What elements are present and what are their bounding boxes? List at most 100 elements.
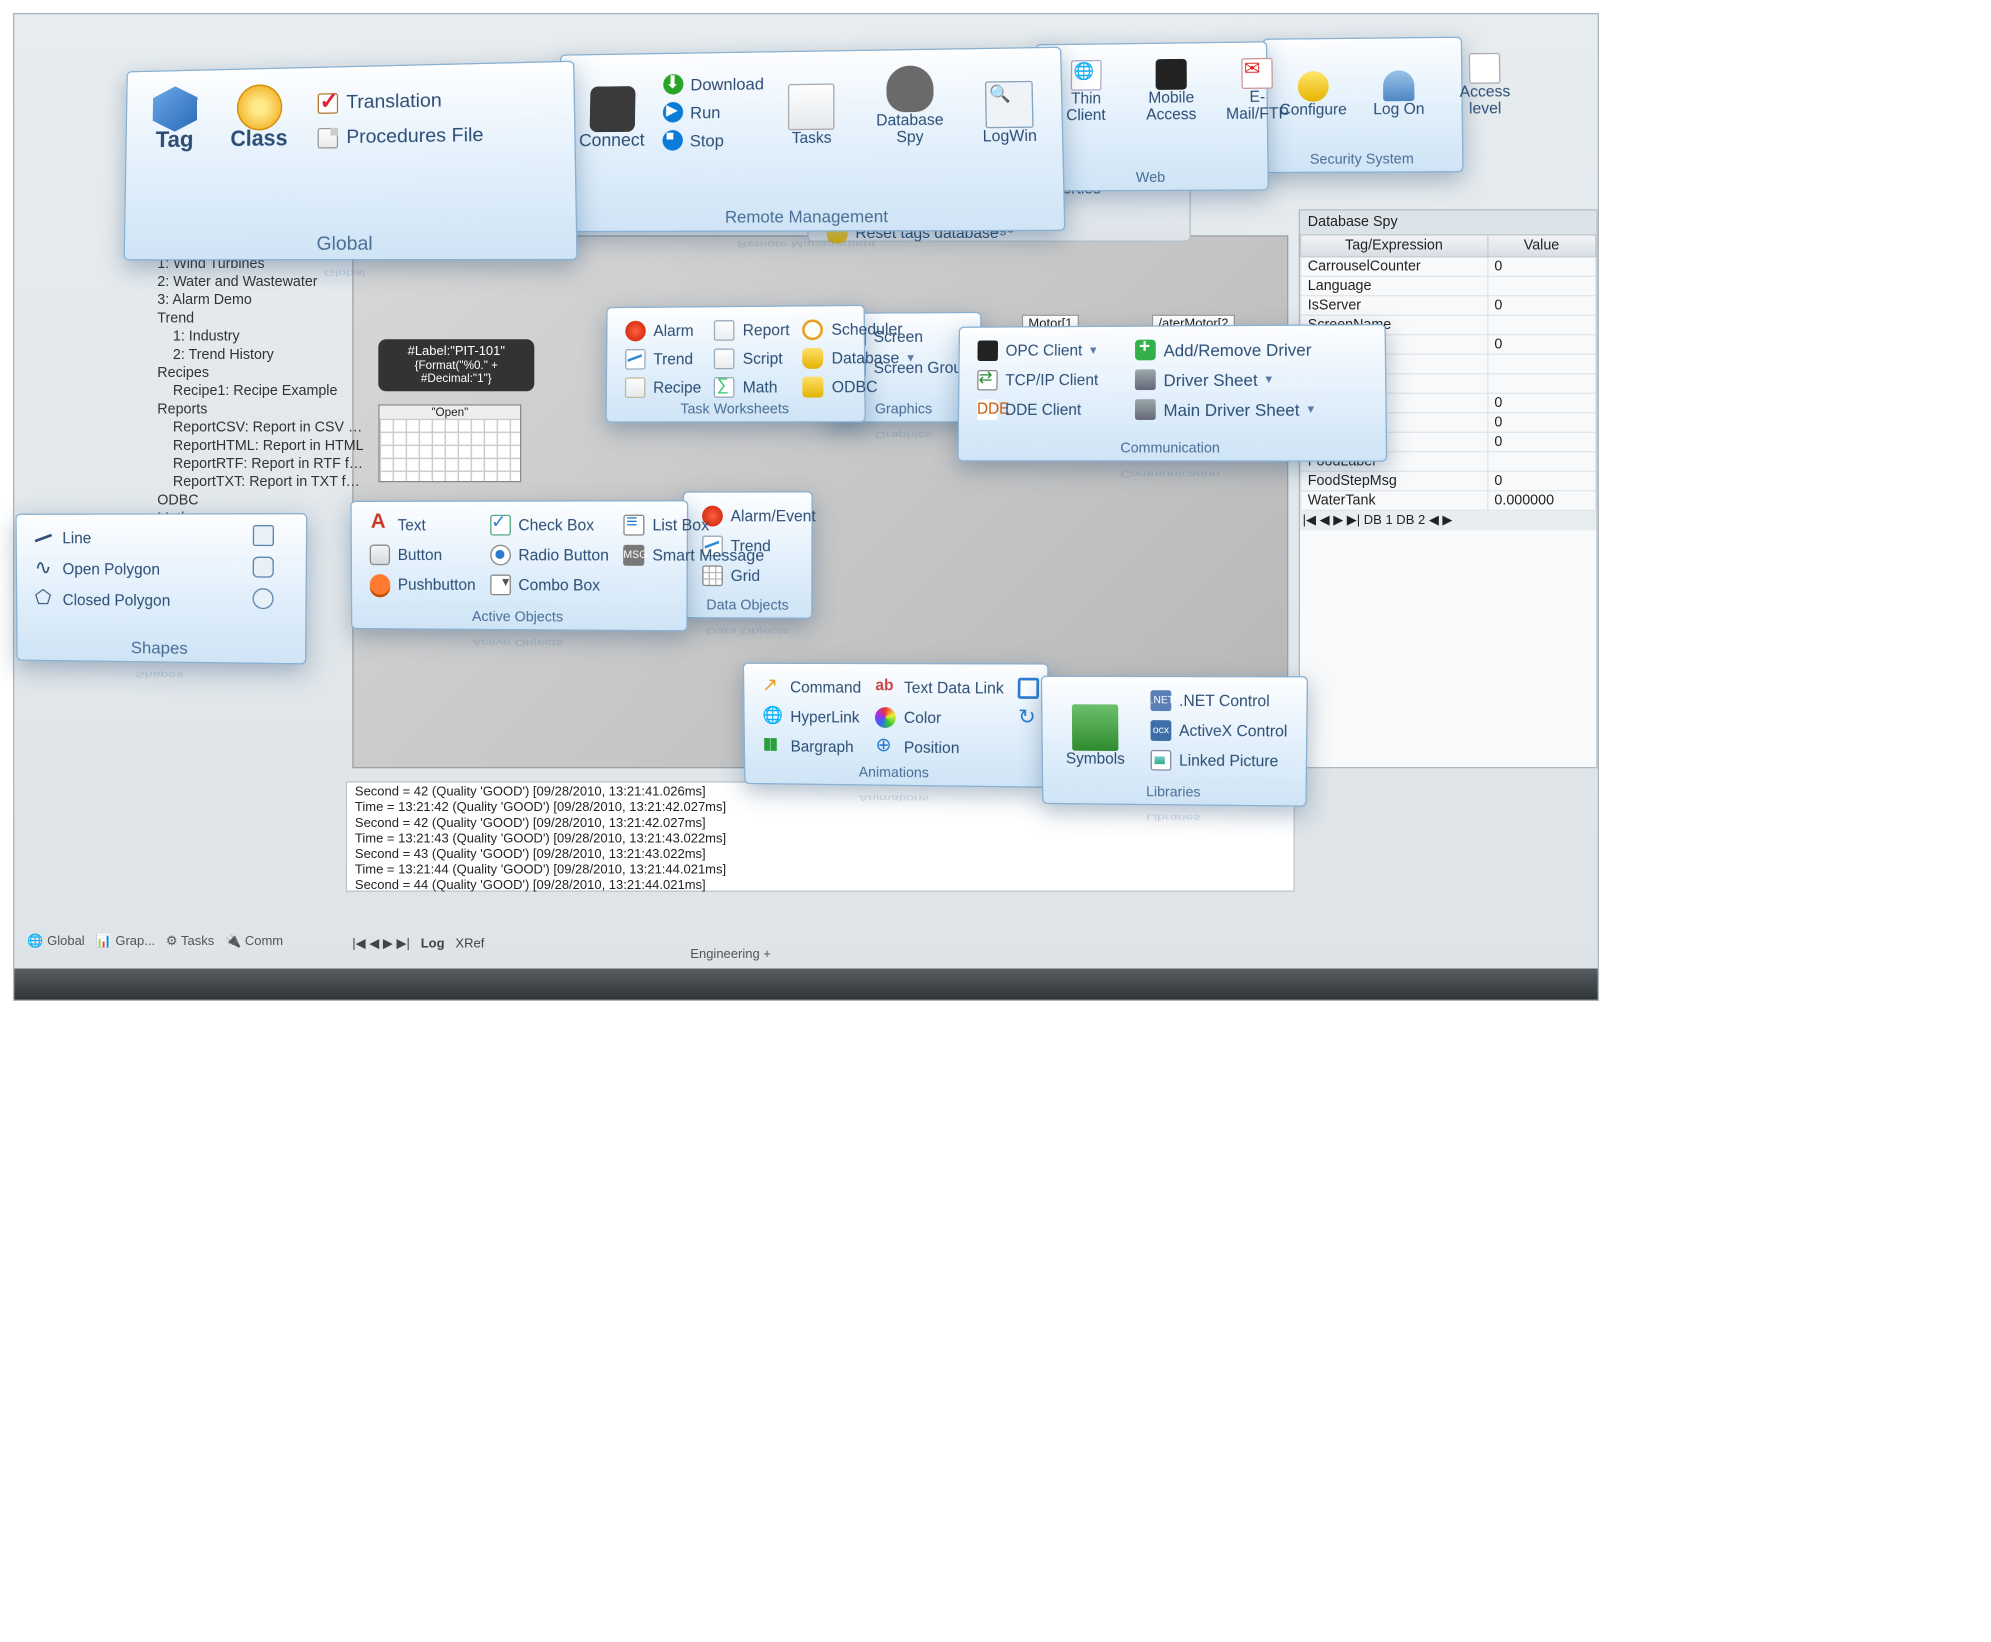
tree-item[interactable]: Recipe1: Recipe Example [157, 382, 365, 400]
open-polygon-icon [35, 559, 55, 580]
tasks-icon [788, 83, 835, 130]
hyperlink-icon [762, 706, 783, 727]
hyperlink-button[interactable]: HyperLink [757, 704, 866, 731]
procedures-icon [318, 127, 339, 148]
procedures-button[interactable]: Procedures File [313, 121, 489, 151]
script-icon [714, 348, 735, 369]
run-icon [662, 102, 683, 123]
script-button[interactable]: Script [709, 345, 795, 371]
add-remove-driver-button[interactable]: Add/Remove Driver [1130, 336, 1372, 363]
translation-icon [318, 92, 338, 113]
animations-group: Command Text Data Link Resize HyperLink … [743, 663, 1049, 788]
color-button[interactable]: Color [870, 705, 1009, 732]
shapes-caption: Shapes [18, 637, 306, 660]
tree-item[interactable]: ODBC [157, 491, 365, 509]
database-spy-button[interactable]: Database Spy [854, 60, 966, 152]
tree-item[interactable]: ReportRTF: Report in RTF format [157, 455, 365, 473]
log-xref-tabs[interactable]: |◀ ◀ ▶ ▶| Log XRef [352, 937, 742, 960]
activex-control-button[interactable]: ocxActiveX Control [1145, 718, 1292, 745]
alarm-icon [625, 321, 646, 342]
mobile-access-button[interactable]: Mobile Access [1134, 53, 1209, 128]
active-caption: Active Objects [352, 609, 686, 627]
message-icon: MSG [623, 545, 644, 566]
comm-caption: Communication [959, 441, 1386, 457]
translation-button[interactable]: Translation [313, 86, 489, 117]
security-caption: Security System [1262, 151, 1462, 168]
logon-button[interactable]: Log On [1361, 48, 1437, 123]
rectangle-button[interactable] [253, 525, 274, 546]
download-button[interactable]: Download [657, 70, 769, 97]
line-icon [34, 528, 54, 549]
tree-item[interactable]: 1: Industry [157, 328, 365, 346]
symbols-icon [1072, 704, 1119, 751]
database-button[interactable]: Database [797, 345, 919, 372]
odbc-icon [803, 377, 824, 398]
smart-message-button[interactable]: MSGSmart Message [618, 542, 770, 569]
dde-client-button[interactable]: DDEDDE Client [972, 397, 1126, 423]
command-button[interactable]: Command [757, 674, 867, 700]
tree-item[interactable]: ReportHTML: Report in HTML [157, 437, 365, 455]
table-row[interactable]: IsServer0 [1301, 296, 1596, 316]
key-icon [1298, 71, 1329, 102]
class-icon [236, 84, 282, 131]
bargraph-button[interactable]: Bargraph [758, 733, 867, 760]
tag-button[interactable]: Tag [139, 81, 211, 154]
run-button[interactable]: Run [657, 98, 769, 125]
opc-client-button[interactable]: OPC Client [972, 337, 1126, 363]
listbox-button[interactable]: List Box [618, 512, 770, 538]
odbc-button[interactable]: ODBC [798, 374, 920, 401]
button-button[interactable]: Button [365, 542, 481, 568]
bottom-tabs[interactable]: 🌐 Global 📊 Grap... ⚙ Tasks 🔌 Comm [27, 935, 352, 961]
open-polygon-button[interactable]: Open Polygon [30, 556, 248, 583]
table-row[interactable]: WaterTank0.000000 [1301, 491, 1596, 511]
position-button[interactable]: Position [870, 734, 1008, 761]
connect-icon [589, 86, 635, 132]
tree-item[interactable]: Trend [157, 309, 365, 327]
alarm-button[interactable]: Alarm [620, 318, 706, 344]
math-button[interactable]: Math [709, 374, 795, 400]
report-button[interactable]: Report [709, 317, 795, 343]
email-ftp-button[interactable]: E-Mail/FTP [1219, 52, 1296, 128]
tree-item[interactable]: ReportTXT: Report in TXT format [157, 473, 365, 491]
database-spy-nav[interactable]: |◀ ◀ ▶ ▶| DB 1 DB 2 ◀ ▶ [1300, 511, 1596, 530]
ellipse-button[interactable] [252, 588, 273, 609]
connect-button[interactable]: Connect [572, 81, 653, 154]
linked-picture-button[interactable]: Linked Picture [1145, 747, 1292, 774]
rounded-rectangle-button[interactable] [253, 557, 274, 578]
tcpip-client-button[interactable]: TCP/IP Client [972, 367, 1126, 393]
text-data-link-button[interactable]: Text Data Link [870, 675, 1009, 702]
symbols-button[interactable]: Symbols [1055, 687, 1135, 773]
tree-item[interactable]: Reports [157, 400, 365, 418]
radio-button[interactable]: Radio Button [485, 542, 615, 568]
class-button[interactable]: Class [220, 79, 298, 153]
tree-item[interactable]: ReportCSV: Report in CSV format [157, 419, 365, 437]
stop-button[interactable]: Stop [657, 127, 769, 154]
tree-item[interactable]: 2: Trend History [157, 346, 365, 364]
mail-icon [1241, 58, 1273, 89]
tree-item[interactable]: 3: Alarm Demo [157, 291, 365, 309]
line-button[interactable]: Line [29, 525, 247, 551]
checkbox-icon [490, 515, 511, 536]
os-taskbar[interactable] [14, 968, 1597, 999]
tasks-button[interactable]: Tasks [774, 78, 849, 152]
table-row[interactable]: Language [1301, 276, 1596, 296]
text-button[interactable]: Text [364, 512, 480, 538]
main-driver-sheet-button[interactable]: Main Driver Sheet [1130, 396, 1372, 423]
recipe-button[interactable]: Recipe [620, 374, 707, 400]
driver-sheet-button[interactable]: Driver Sheet [1130, 366, 1372, 393]
tree-item[interactable]: Recipes [157, 364, 365, 382]
pushbutton-button[interactable]: Pushbutton [365, 572, 481, 598]
access-level-button[interactable]: Access level [1447, 47, 1524, 122]
checkbox-button[interactable]: Check Box [485, 512, 615, 538]
engineering-label: Engineering + [690, 948, 950, 966]
logwin-button[interactable]: LogWin [970, 75, 1049, 150]
main-sheet-icon [1135, 399, 1156, 420]
combobox-button[interactable]: Combo Box [485, 572, 614, 598]
net-control-button[interactable]: .NET.NET Control [1145, 688, 1293, 715]
task-worksheets-group: Alarm Report Scheduler Trend Script Data… [605, 305, 865, 423]
closed-polygon-button[interactable]: Closed Polygon [30, 587, 248, 614]
trend-button[interactable]: Trend [620, 346, 707, 372]
trend-icon [625, 349, 646, 370]
scheduler-button[interactable]: Scheduler [797, 316, 919, 343]
table-row[interactable]: CarrouselCounter0 [1301, 257, 1596, 277]
